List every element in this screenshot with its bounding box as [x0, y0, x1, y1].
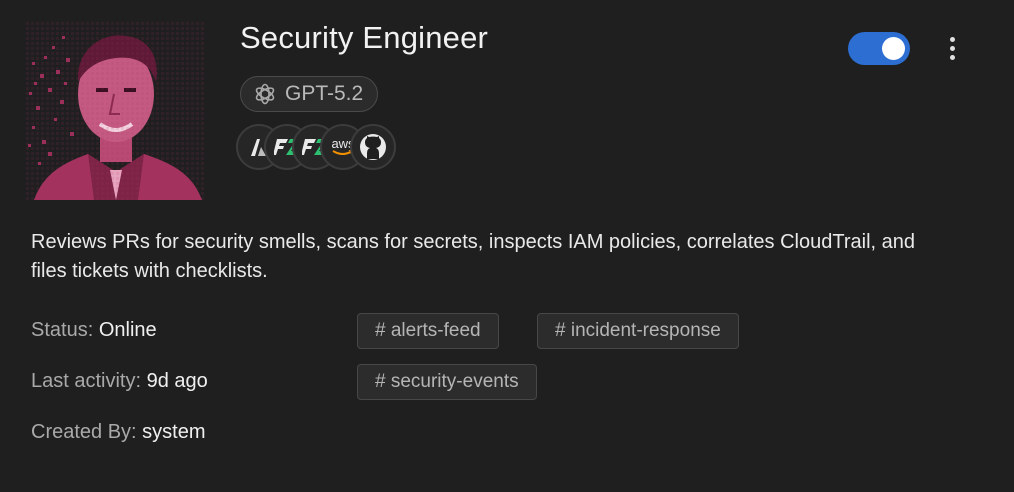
- openai-icon: [255, 83, 275, 105]
- model-badge: GPT-5.2: [240, 76, 379, 112]
- created-by-label: Created By:: [31, 421, 137, 443]
- agent-card: Security Engineer GPT-5.2 aws Reviews PR…: [0, 0, 1014, 492]
- last-activity-row: Last activity: 9d ago: [31, 370, 208, 393]
- toggle-knob: [882, 37, 905, 60]
- channel-tag[interactable]: # security-events: [357, 364, 537, 400]
- last-activity-value: 9d ago: [146, 370, 208, 392]
- more-options-icon[interactable]: [940, 34, 964, 62]
- agent-enable-toggle[interactable]: [848, 32, 910, 65]
- agent-avatar: [26, 22, 206, 200]
- status-value: Online: [98, 319, 157, 341]
- channel-tag[interactable]: # alerts-feed: [357, 313, 499, 349]
- model-name: GPT-5.2: [285, 82, 364, 105]
- github-icon[interactable]: [350, 124, 396, 170]
- last-activity-label: Last activity:: [31, 370, 142, 392]
- status-label: Status:: [31, 319, 94, 341]
- agent-title: Security Engineer: [240, 20, 489, 55]
- integration-icons: aws: [236, 124, 406, 172]
- created-by-value: system: [142, 421, 206, 443]
- status-row: Status: Online: [31, 319, 157, 342]
- channel-tag[interactable]: # incident-response: [537, 313, 739, 349]
- agent-description: Reviews PRs for security smells, scans f…: [31, 231, 915, 282]
- created-by-row: Created By: system: [31, 421, 206, 444]
